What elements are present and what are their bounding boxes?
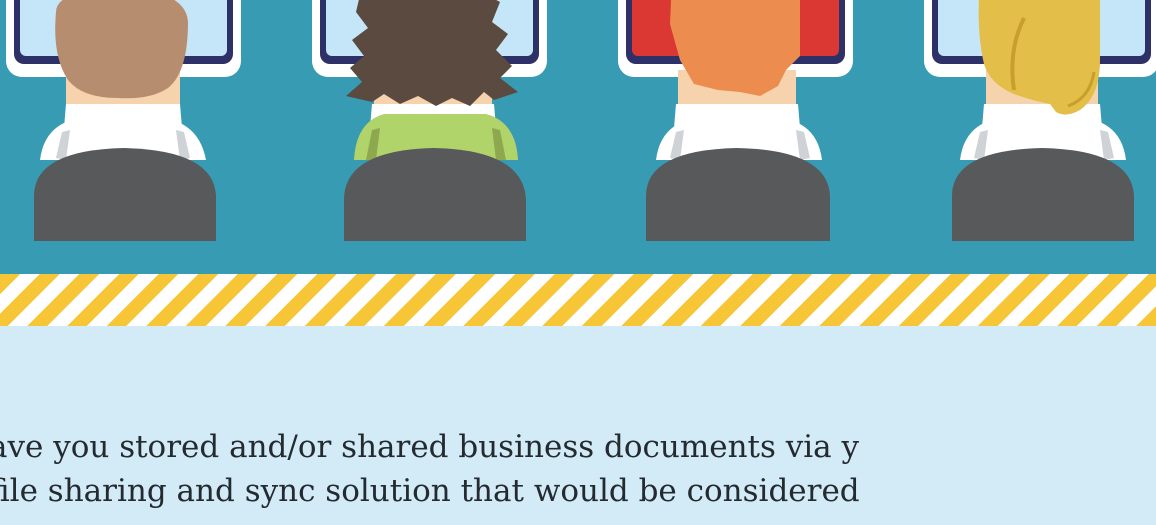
- person-brown-hair-icon: [6, 0, 241, 241]
- question-line-2: file sharing and sync solution that woul…: [0, 473, 860, 509]
- office-scene-illustration: [0, 0, 1156, 274]
- survey-question-text: ave you stored and/or shared business do…: [0, 425, 1156, 513]
- question-line-1: ave you stored and/or shared business do…: [0, 429, 860, 465]
- person-dark-curly-hair-icon: [312, 0, 547, 241]
- workers-at-monitors-illustration: [6, 0, 1156, 241]
- person-orange-hair-icon: [618, 0, 853, 241]
- caution-stripes-divider: [0, 274, 1156, 326]
- person-blonde-hair-icon: [924, 0, 1156, 241]
